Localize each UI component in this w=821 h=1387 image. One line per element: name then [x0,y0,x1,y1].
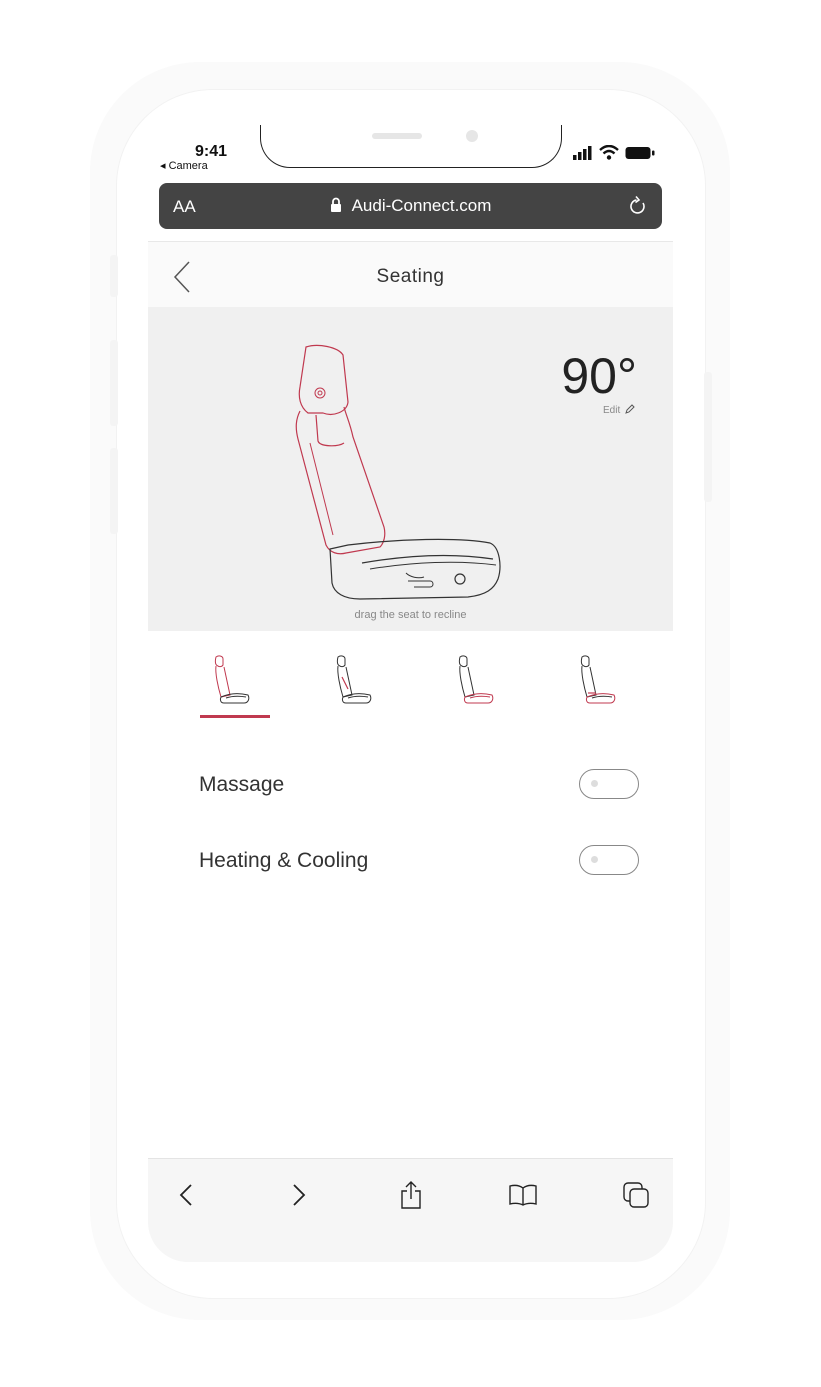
seat-base-outline [329,538,501,600]
share-icon [401,1181,421,1209]
url-text: Audi-Connect.com [351,196,492,215]
chevron-left-icon [179,1184,192,1206]
seat-recline-area[interactable]: 90° Edit drag the seat to recline [148,307,673,631]
signal-icon [573,145,592,160]
tabs-button[interactable] [618,1177,654,1213]
seat-position-1-icon [214,655,250,704]
heating-cooling-setting: Heating & Cooling [199,841,639,881]
wifi-icon [599,145,619,160]
front-camera [466,130,478,142]
battery-icon [625,146,655,159]
screen: 9:41 ◂ Camera AA Audi-Connect.com Seatin… [148,125,673,1262]
massage-setting: Massage [199,765,639,805]
status-icons [573,145,655,160]
volume-down-button [110,448,118,534]
tabs-icon [623,1182,649,1208]
seat-control-knob-icon [454,573,466,585]
page-title: Seating [376,266,445,287]
edit-label: Edit [602,405,621,416]
backrest-outline [295,406,386,555]
browser-toolbar [148,1158,673,1262]
notch [260,125,562,168]
lock-icon [330,197,341,212]
recline-angle: 90° [561,348,637,404]
reload-icon [630,195,645,214]
seat-position-3[interactable] [444,653,514,733]
url-field[interactable]: Audi-Connect.com [159,196,662,216]
seat-position-4[interactable] [566,653,636,733]
status-bar: 9:41 ◂ Camera [148,125,673,181]
headrest-outline [298,344,349,415]
toggle-knob [591,856,598,863]
page-header: Seating [148,241,673,308]
headrest-button-icon [314,387,326,399]
edit-angle-button[interactable]: Edit [603,404,635,416]
browser-back-button[interactable] [168,1177,204,1213]
heating-cooling-toggle[interactable] [579,845,639,875]
recline-hint: drag the seat to recline [354,609,467,621]
massage-toggle[interactable] [579,769,639,799]
back-to-app-link[interactable]: ◂ Camera [160,159,208,172]
silent-switch [110,255,118,297]
share-button[interactable] [393,1177,429,1213]
massage-label: Massage [199,773,285,796]
seat-position-2-icon [336,655,372,704]
browser-forward-button[interactable] [281,1177,317,1213]
toggle-knob [591,780,598,787]
power-button [704,372,712,502]
selected-position-indicator [200,715,270,718]
seat-position-1[interactable] [200,653,270,733]
seat-position-3-icon [458,655,494,704]
volume-up-button [110,340,118,426]
seat-position-4-icon [580,655,616,704]
seat-position-2[interactable] [322,653,392,733]
bookmarks-button[interactable] [505,1177,541,1213]
pencil-icon [625,404,635,414]
browser-url-bar[interactable]: AA Audi-Connect.com [159,183,662,229]
chevron-right-icon [293,1184,306,1206]
book-icon [509,1184,537,1206]
speaker [372,133,422,139]
heating-cooling-label: Heating & Cooling [199,849,369,872]
reload-button[interactable] [628,195,648,222]
